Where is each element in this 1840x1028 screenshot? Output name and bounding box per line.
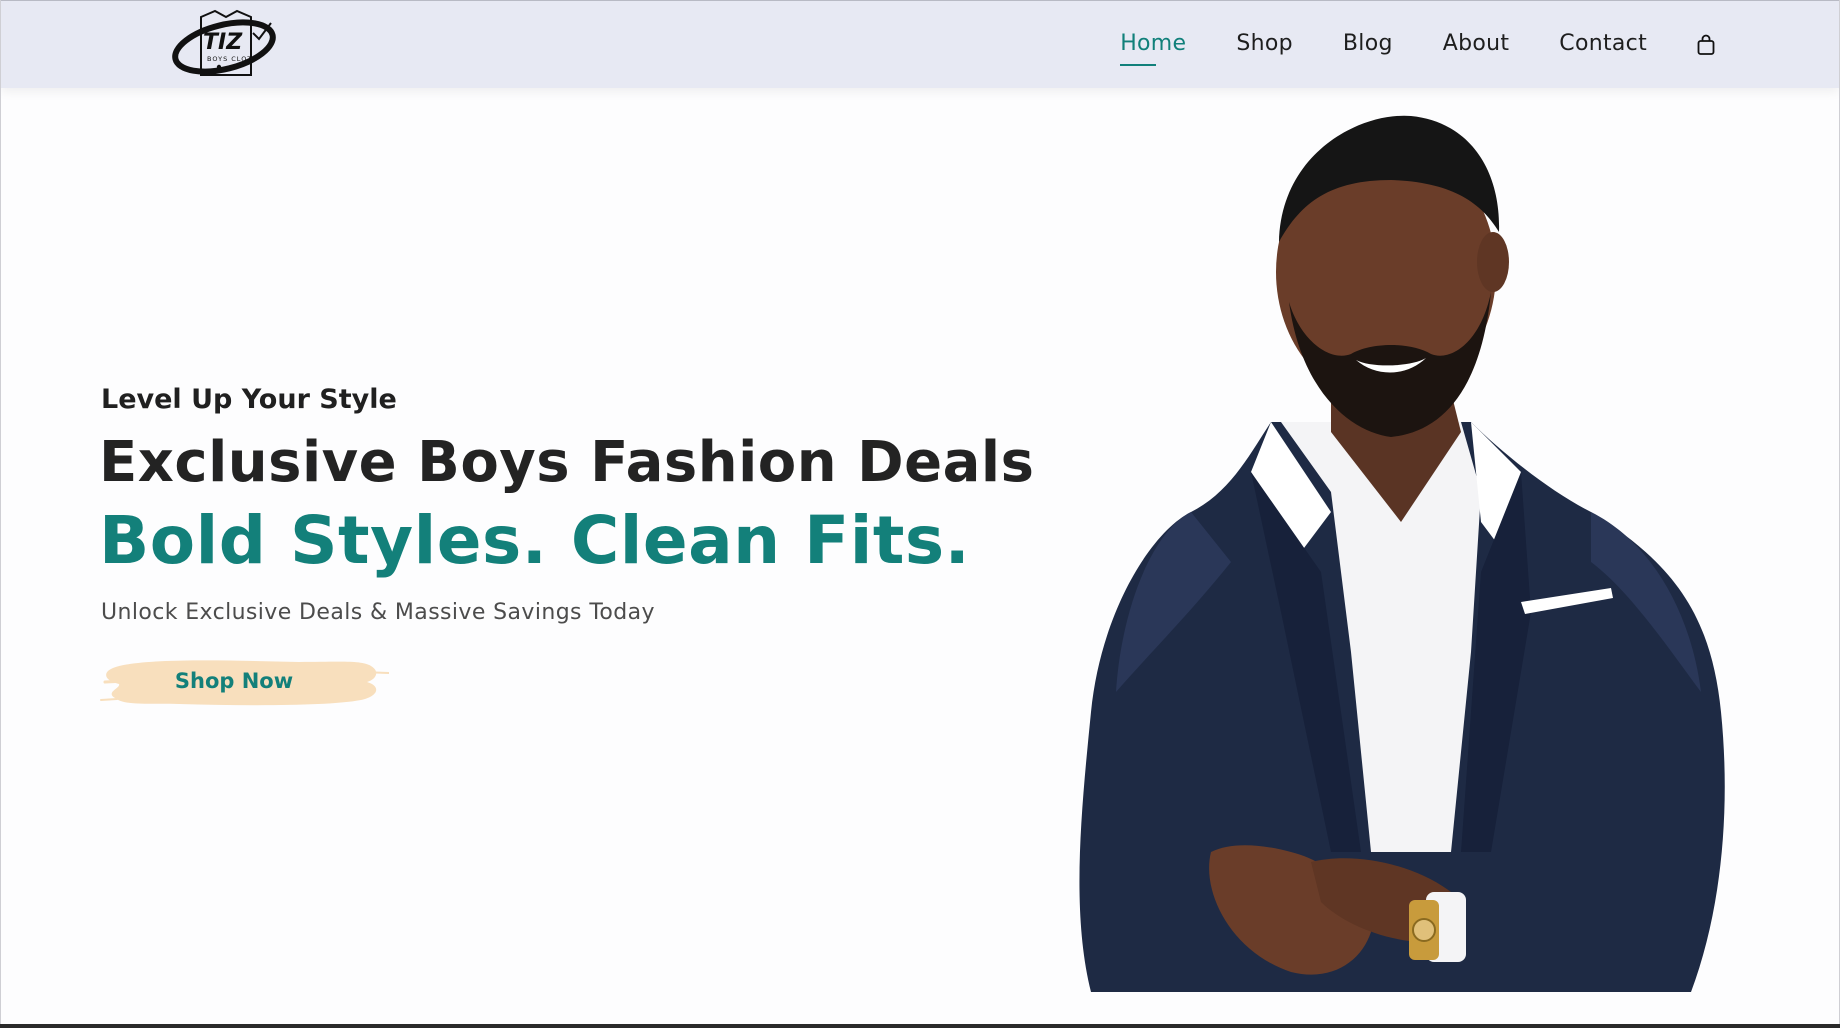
nav-home[interactable]: Home <box>1120 31 1186 66</box>
site-header: TIZ BOYS CLOTH Home Shop Blog About Cont… <box>1 0 1839 88</box>
nav-blog[interactable]: Blog <box>1343 31 1393 60</box>
hero-model-image <box>1031 92 1751 1024</box>
logo-subtext: BOYS CLOTH <box>207 55 258 63</box>
nav-shop[interactable]: Shop <box>1236 31 1293 60</box>
shopping-bag-icon[interactable] <box>1695 34 1717 56</box>
brand-logo[interactable]: TIZ BOYS CLOTH <box>171 5 281 83</box>
page: TIZ BOYS CLOTH Home Shop Blog About Cont… <box>0 0 1840 1024</box>
nav-about[interactable]: About <box>1443 31 1510 60</box>
hero-tagline: Unlock Exclusive Deals & Massive Savings… <box>101 600 655 625</box>
hero-subheadline: Bold Styles. Clean Fits. <box>99 502 971 579</box>
nav-contact[interactable]: Contact <box>1559 31 1647 60</box>
shop-now-button[interactable]: Shop Now <box>99 648 389 714</box>
main-nav: Home Shop Blog About Contact <box>1070 1 1839 89</box>
hero-eyebrow: Level Up Your Style <box>101 384 397 415</box>
hero-headline: Exclusive Boys Fashion Deals <box>99 430 1035 495</box>
shop-now-label: Shop Now <box>174 669 294 693</box>
logo-letters: TIZ <box>203 30 243 55</box>
